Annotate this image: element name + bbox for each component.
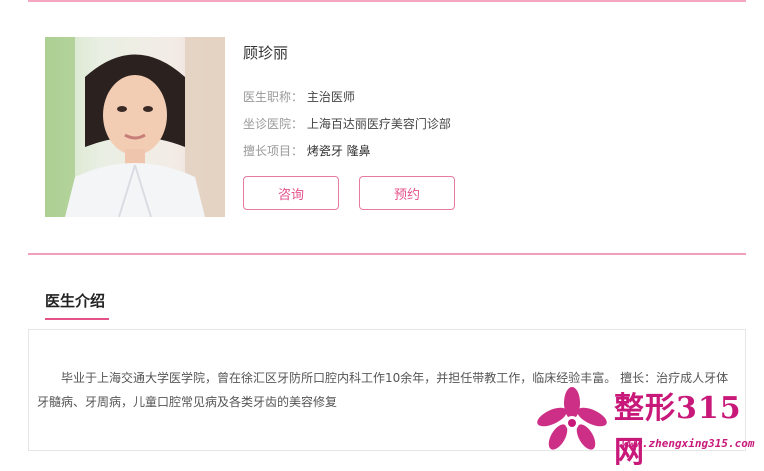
section-divider bbox=[28, 253, 746, 255]
doctor-name: 顾珍丽 bbox=[243, 44, 289, 62]
hospital-label: 坐诊医院： bbox=[243, 117, 304, 131]
flower-logo-icon bbox=[537, 387, 607, 450]
info-title-row: 医生职称： 主治医师 bbox=[243, 88, 355, 105]
info-specialty-row: 擅长项目： 烤瓷牙 隆鼻 bbox=[243, 142, 371, 159]
top-divider bbox=[28, 0, 746, 2]
title-label: 医生职称： bbox=[243, 90, 304, 104]
intro-heading-underline bbox=[45, 318, 109, 320]
specialty-label: 擅长项目： bbox=[243, 144, 304, 158]
title-value: 主治医师 bbox=[306, 90, 355, 104]
watermark-url: www.zhengxing315.com bbox=[622, 437, 755, 450]
book-button[interactable]: 预约 bbox=[359, 176, 455, 210]
consult-button[interactable]: 咨询 bbox=[243, 176, 339, 210]
watermark: 整形315网 www.zhengxing315.com bbox=[530, 383, 760, 470]
info-hospital-row: 坐诊医院： 上海百达丽医疗美容门诊部 bbox=[243, 115, 451, 132]
doctor-photo bbox=[45, 37, 225, 217]
hospital-value: 上海百达丽医疗美容门诊部 bbox=[306, 117, 451, 131]
watermark-brand: 整形315网 bbox=[614, 391, 742, 470]
intro-heading: 医生介绍 bbox=[45, 292, 106, 310]
specialty-value: 烤瓷牙 隆鼻 bbox=[306, 144, 371, 158]
